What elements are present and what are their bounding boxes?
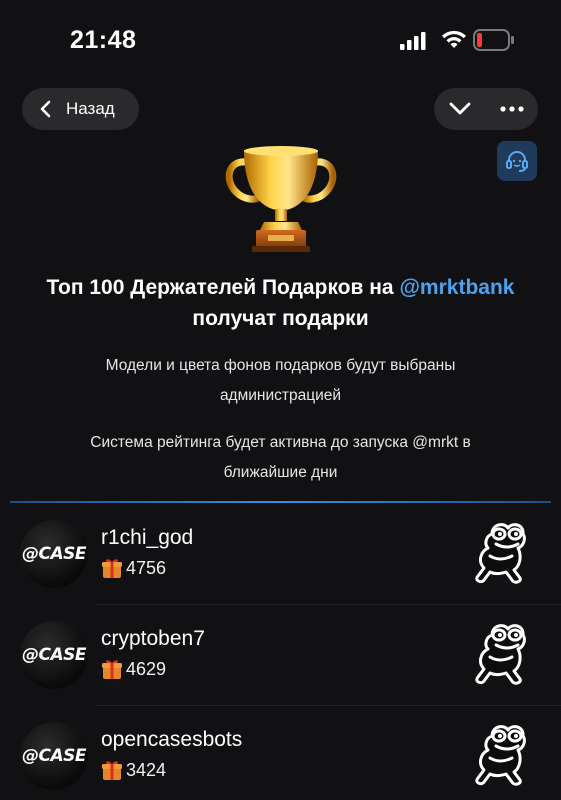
avatar: @CASE	[20, 520, 88, 588]
headset-icon	[506, 151, 528, 172]
holder-score: 3424	[101, 759, 166, 781]
status-time: 21:48	[70, 26, 137, 54]
page-title: Топ 100 Держателей Подарков на @mrktbank…	[0, 272, 561, 334]
avatar: @CASE	[20, 621, 88, 689]
title-prefix: Топ 100 Держателей Подарков на	[46, 276, 400, 299]
holder-row[interactable]: @CASE r1chi_god 4756	[0, 504, 561, 605]
score-value: 3424	[126, 759, 167, 780]
gift-icon	[102, 559, 122, 578]
frog-sticker-icon	[475, 624, 526, 685]
holder-name: r1chi_god	[101, 526, 194, 549]
collapse-button[interactable]	[434, 88, 486, 130]
status-bar: 21:48	[0, 0, 561, 80]
support-button[interactable]	[497, 141, 537, 181]
screen: 21:48 Назад Топ 100 Держателей Подарков …	[0, 0, 561, 800]
mrktbank-link[interactable]: @mrktbank	[399, 276, 514, 299]
holder-score: 4629	[101, 658, 166, 680]
more-button[interactable]	[486, 88, 538, 130]
description-models: Модели и цвета фонов подарков будут выбр…	[105, 357, 456, 404]
avatar: @CASE	[20, 722, 88, 790]
score-value: 4756	[126, 557, 167, 578]
divider	[10, 501, 551, 503]
holder-score: 4756	[101, 557, 166, 579]
title-suffix: получат подарки	[192, 307, 369, 330]
battery-icon	[473, 29, 514, 51]
holder-row[interactable]: @CASE opencasesbots 3424	[0, 706, 561, 800]
menu-pill	[434, 88, 538, 130]
back-label: Назад	[66, 99, 115, 118]
avatar-label: @CASE	[22, 544, 87, 564]
holder-name: opencasesbots	[101, 728, 243, 751]
gift-icon	[102, 761, 122, 780]
chevron-left-icon	[40, 100, 51, 118]
frog-sticker-icon	[475, 725, 526, 786]
gift-icon	[102, 660, 122, 679]
avatar-label: @CASE	[22, 746, 87, 766]
frog-sticker-icon	[475, 523, 526, 584]
back-button[interactable]: Назад	[22, 88, 139, 130]
holder-row[interactable]: @CASE cryptoben7 4629	[0, 605, 561, 706]
more-dots-icon	[500, 106, 524, 112]
chevron-down-icon	[449, 102, 471, 115]
score-value: 4629	[126, 658, 167, 679]
avatar-label: @CASE	[22, 645, 87, 665]
wifi-icon	[442, 30, 466, 48]
cellular-signal-icon	[400, 32, 426, 50]
trophy-icon	[225, 146, 337, 252]
holder-name: cryptoben7	[101, 627, 205, 650]
description-rating: Система рейтинга будет активна до запуск…	[90, 434, 471, 481]
